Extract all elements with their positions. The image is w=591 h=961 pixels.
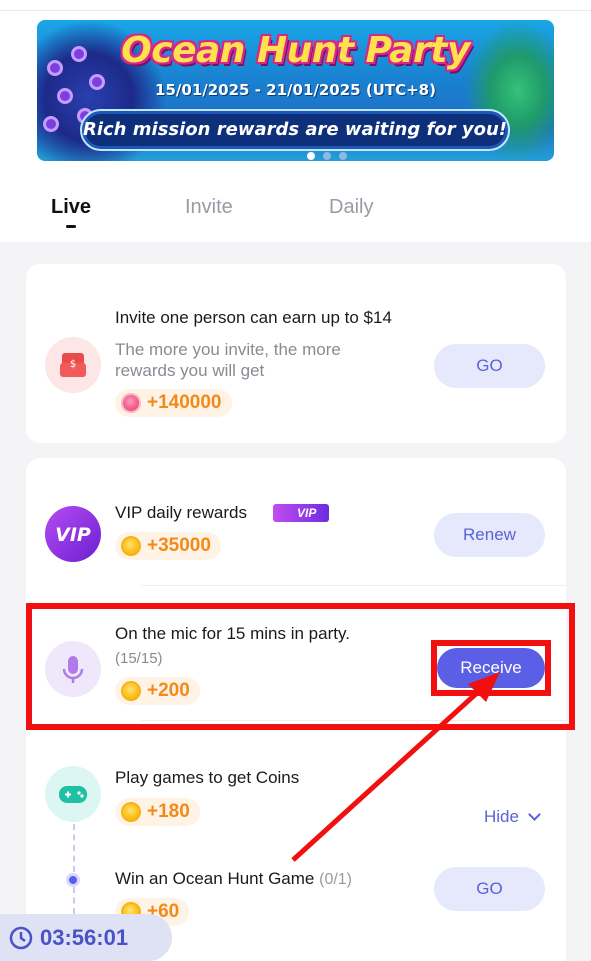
countdown-timer: 03:56:01 [0,914,172,961]
clock-icon [9,926,33,949]
annotation-arrow [291,672,500,862]
timer-value: 03:56:01 [40,924,129,950]
